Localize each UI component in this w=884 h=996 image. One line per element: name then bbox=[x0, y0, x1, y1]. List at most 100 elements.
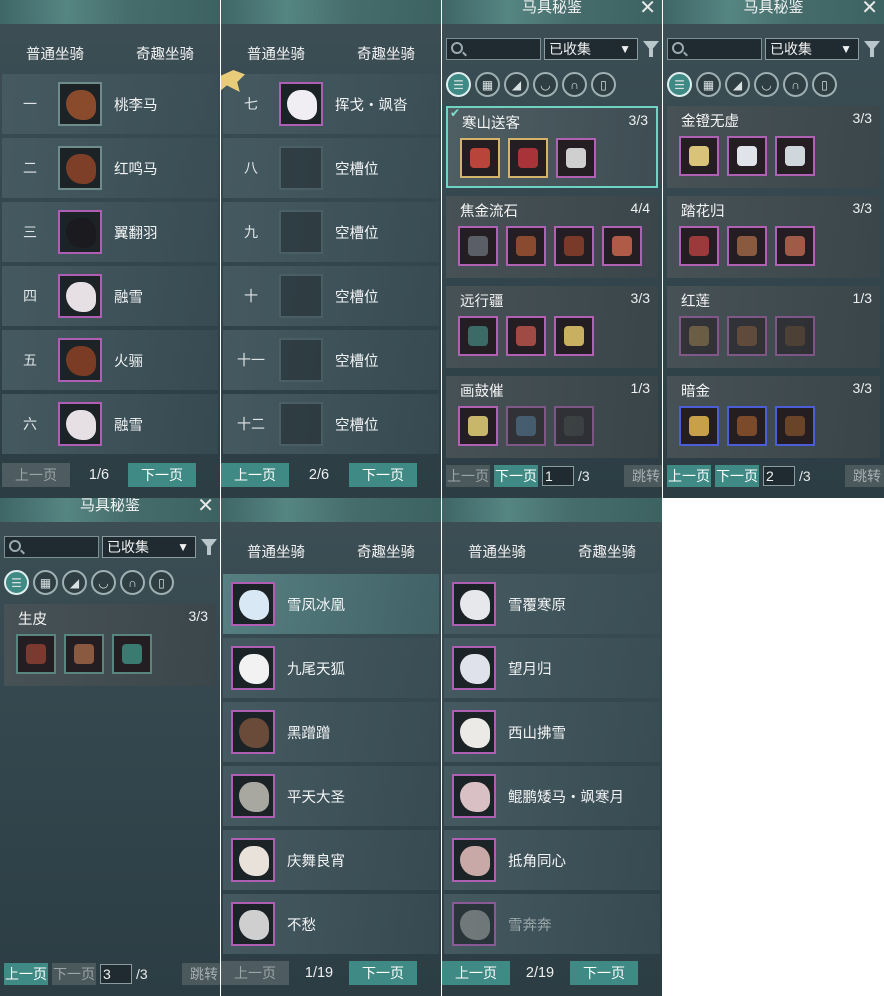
gear-item[interactable] bbox=[679, 406, 719, 446]
mount-slot[interactable]: 七 挥戈・飒沓 bbox=[221, 70, 439, 134]
next-page-button[interactable]: 下一页 bbox=[715, 465, 759, 487]
all-types-icon[interactable]: ☰ bbox=[667, 72, 692, 97]
mount-slot[interactable]: 一 桃李马 bbox=[2, 74, 218, 134]
saddle-icon[interactable]: ▯ bbox=[812, 72, 837, 97]
gear-item[interactable] bbox=[679, 136, 719, 176]
collected-filter-select[interactable]: 已收集 ▼ bbox=[544, 38, 638, 60]
head-gear-icon[interactable]: ◢ bbox=[62, 570, 87, 595]
gear-set[interactable]: 红莲 1/3 bbox=[667, 286, 880, 368]
gear-item[interactable] bbox=[112, 634, 152, 674]
gear-item[interactable] bbox=[554, 226, 594, 266]
gear-set[interactable]: ✔ 寒山送客 3/3 bbox=[446, 106, 658, 188]
jump-button[interactable]: 跳转 bbox=[845, 465, 884, 487]
saddle-icon[interactable]: ▯ bbox=[591, 72, 616, 97]
tab-normal-mounts[interactable]: 普通坐骑 bbox=[442, 542, 552, 564]
prev-page-button[interactable]: 上一页 bbox=[221, 961, 289, 985]
mount-slot[interactable]: 雪凤冰凰 bbox=[223, 574, 439, 634]
gear-item[interactable] bbox=[64, 634, 104, 674]
mount-slot[interactable]: 四 融雪 bbox=[2, 266, 218, 326]
tab-normal-mounts[interactable]: 普通坐骑 bbox=[221, 44, 331, 66]
mount-slot[interactable]: 平天大圣 bbox=[223, 766, 439, 826]
mount-slot[interactable]: 鲲鹏矮马・飒寒月 bbox=[444, 766, 660, 826]
close-icon[interactable]: ✕ bbox=[861, 0, 878, 18]
prev-page-button[interactable]: 上一页 bbox=[667, 465, 711, 487]
page-number-input[interactable]: 1 bbox=[542, 466, 574, 486]
gear-set[interactable]: 画鼓催 1/3 bbox=[446, 376, 658, 458]
tab-fun-mounts[interactable]: 奇趣坐骑 bbox=[331, 542, 441, 564]
mount-slot[interactable]: 不愁 bbox=[223, 894, 439, 954]
tab-normal-mounts[interactable]: 普通坐骑 bbox=[0, 44, 110, 66]
next-page-button[interactable]: 下一页 bbox=[349, 961, 417, 985]
grid-icon[interactable]: ▦ bbox=[696, 72, 721, 97]
all-types-icon[interactable]: ☰ bbox=[4, 570, 29, 595]
grid-icon[interactable]: ▦ bbox=[33, 570, 58, 595]
mount-slot[interactable]: 十一 空槽位 bbox=[223, 330, 439, 390]
next-page-button[interactable]: 下一页 bbox=[128, 463, 196, 487]
tab-fun-mounts[interactable]: 奇趣坐骑 bbox=[110, 44, 220, 66]
mount-slot[interactable]: 十二 空槽位 bbox=[223, 394, 439, 454]
gear-set[interactable]: 生皮 3/3 bbox=[4, 604, 216, 686]
tab-normal-mounts[interactable]: 普通坐骑 bbox=[221, 542, 331, 564]
gear-item[interactable] bbox=[458, 406, 498, 446]
filter-icon[interactable] bbox=[643, 41, 659, 57]
mount-slot[interactable]: 八 空槽位 bbox=[223, 138, 439, 198]
gear-item[interactable] bbox=[508, 138, 548, 178]
gear-item[interactable] bbox=[727, 316, 767, 356]
gear-set[interactable]: 暗金 3/3 bbox=[667, 376, 880, 458]
collected-filter-select[interactable]: 已收集 ▼ bbox=[765, 38, 859, 60]
mount-slot[interactable]: 九 空槽位 bbox=[223, 202, 439, 262]
gear-item[interactable] bbox=[775, 316, 815, 356]
mount-slot[interactable]: 三 翼翻羽 bbox=[2, 202, 218, 262]
mount-slot[interactable]: 十 空槽位 bbox=[223, 266, 439, 326]
grid-icon[interactable]: ▦ bbox=[475, 72, 500, 97]
gear-item[interactable] bbox=[506, 316, 546, 356]
gear-item[interactable] bbox=[727, 406, 767, 446]
gear-item[interactable] bbox=[506, 226, 546, 266]
gear-item[interactable] bbox=[458, 316, 498, 356]
gear-item[interactable] bbox=[775, 136, 815, 176]
mount-slot[interactable]: 二 红鸣马 bbox=[2, 138, 218, 198]
filter-icon[interactable] bbox=[864, 41, 880, 57]
gear-item[interactable] bbox=[727, 226, 767, 266]
gear-item[interactable] bbox=[602, 226, 642, 266]
close-icon[interactable]: ✕ bbox=[197, 498, 214, 516]
gear-item[interactable] bbox=[506, 406, 546, 446]
search-input[interactable] bbox=[4, 536, 99, 558]
jump-button[interactable]: 跳转 bbox=[182, 963, 220, 985]
gear-set[interactable]: 踏花归 3/3 bbox=[667, 196, 880, 278]
page-number-input[interactable]: 2 bbox=[763, 466, 795, 486]
prev-page-button[interactable]: 上一页 bbox=[446, 465, 490, 487]
mount-slot[interactable]: 雪覆寒原 bbox=[444, 574, 660, 634]
next-page-button[interactable]: 下一页 bbox=[349, 463, 417, 487]
chest-gear-icon[interactable]: ◡ bbox=[91, 570, 116, 595]
next-page-button[interactable]: 下一页 bbox=[52, 963, 96, 985]
search-input[interactable] bbox=[667, 38, 762, 60]
mount-slot[interactable]: 九尾天狐 bbox=[223, 638, 439, 698]
prev-page-button[interactable]: 上一页 bbox=[442, 961, 510, 985]
stirrup-icon[interactable]: ∩ bbox=[120, 570, 145, 595]
gear-item[interactable] bbox=[458, 226, 498, 266]
gear-set[interactable]: 焦金流石 4/4 bbox=[446, 196, 658, 278]
prev-page-button[interactable]: 上一页 bbox=[2, 463, 70, 487]
mount-slot[interactable]: 六 融雪 bbox=[2, 394, 218, 454]
gear-item[interactable] bbox=[679, 226, 719, 266]
search-input[interactable] bbox=[446, 38, 541, 60]
saddle-icon[interactable]: ▯ bbox=[149, 570, 174, 595]
filter-icon[interactable] bbox=[201, 539, 217, 555]
mount-slot[interactable]: 抵角同心 bbox=[444, 830, 660, 890]
stirrup-icon[interactable]: ∩ bbox=[783, 72, 808, 97]
mount-slot[interactable]: 西山拂雪 bbox=[444, 702, 660, 762]
gear-item[interactable] bbox=[775, 226, 815, 266]
chest-gear-icon[interactable]: ◡ bbox=[754, 72, 779, 97]
page-number-input[interactable]: 3 bbox=[100, 964, 132, 984]
head-gear-icon[interactable]: ◢ bbox=[504, 72, 529, 97]
jump-button[interactable]: 跳转 bbox=[624, 465, 662, 487]
tab-fun-mounts[interactable]: 奇趣坐骑 bbox=[331, 44, 441, 66]
gear-item[interactable] bbox=[16, 634, 56, 674]
tab-fun-mounts[interactable]: 奇趣坐骑 bbox=[552, 542, 662, 564]
gear-item[interactable] bbox=[554, 316, 594, 356]
gear-item[interactable] bbox=[460, 138, 500, 178]
all-types-icon[interactable]: ☰ bbox=[446, 72, 471, 97]
next-page-button[interactable]: 下一页 bbox=[570, 961, 638, 985]
next-page-button[interactable]: 下一页 bbox=[494, 465, 538, 487]
